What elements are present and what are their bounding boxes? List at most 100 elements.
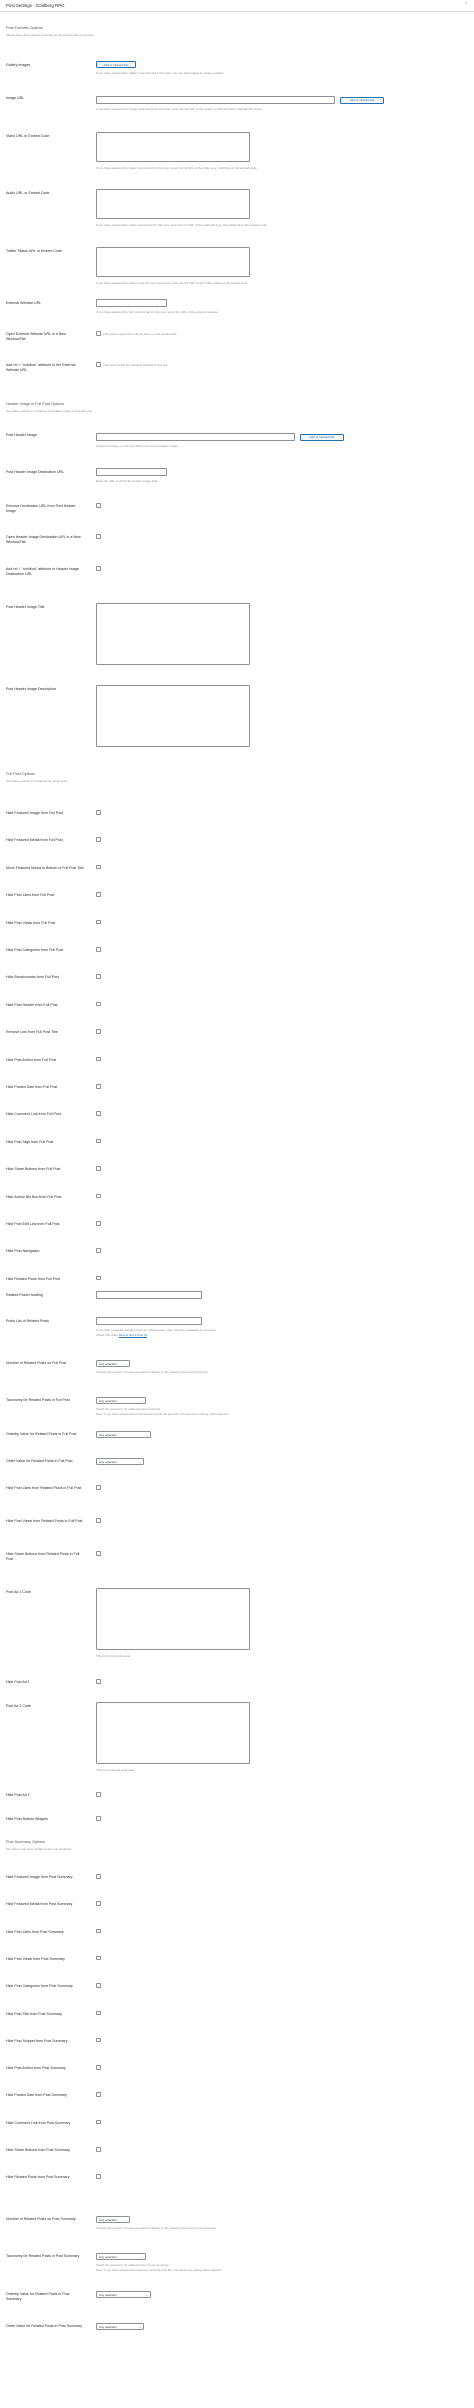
gallery-desc: If you have selected the 'gallery' post … (96, 71, 225, 75)
section-desc-full: Use these options to configure the singl… (6, 779, 68, 783)
related-number-desc: Choose the number of posts you want to d… (96, 1370, 209, 1374)
full-post-option-label: Hide Post Views from Full Post (6, 920, 56, 925)
label-related-orderby: Orderby Value for Related Posts in Full … (6, 1432, 77, 1436)
ad2-textarea[interactable] (96, 1702, 250, 1764)
full-post-option-label: Hide Post Author from Full Post (6, 1057, 57, 1062)
related-posts-input[interactable] (96, 1317, 202, 1325)
summary-option-checkbox[interactable] (96, 2092, 101, 2097)
summary-option-checkbox[interactable] (96, 2010, 101, 2015)
full-post-option-checkbox[interactable] (96, 1166, 101, 1171)
hide-ad2-checkbox[interactable] (96, 1792, 101, 1797)
summary-option-checkbox[interactable] (96, 1983, 101, 1988)
full-post-option-checkbox[interactable] (96, 1275, 101, 1281)
related-taxonomy-desc: Select the taxonomy for related posts in… (96, 1407, 161, 1411)
full-post-option-checkbox[interactable] (96, 837, 101, 842)
summary-option-checkbox[interactable] (96, 1874, 101, 1879)
hide-views-related-checkbox[interactable] (96, 1485, 101, 1490)
external-url-input[interactable] (96, 299, 167, 307)
remove-dest-checkbox[interactable] (96, 503, 101, 508)
summary-option-label: Hide Post Categories from Post Summary (6, 1984, 73, 1989)
nofollow-header-checkbox[interactable] (96, 566, 101, 571)
label-image-url: Image URL (6, 96, 25, 100)
hide-share-related-checkbox[interactable] (96, 1551, 101, 1556)
label-hide-dates-related: Hide Post Views from Related Posts in Fu… (6, 1519, 83, 1523)
ad1-textarea[interactable] (96, 1588, 250, 1650)
full-post-option-checkbox[interactable] (96, 810, 101, 815)
related-posts-desc: If you wish to display specific posts as… (96, 1328, 217, 1332)
full-post-option-checkbox[interactable] (96, 1001, 101, 1007)
chevron-up-icon[interactable]: ⌃ (464, 3, 468, 8)
full-post-option-label: Hide Share Buttons from Full Post (6, 1167, 61, 1172)
related-order-select[interactable]: Any selection ⌄ (96, 1458, 144, 1465)
full-post-option-checkbox[interactable] (96, 1084, 101, 1089)
header-desc-textarea[interactable] (96, 685, 250, 747)
hide-ad1-checkbox[interactable] (96, 1679, 101, 1684)
full-post-option-checkbox[interactable] (96, 1138, 101, 1144)
summary-option-checkbox[interactable] (96, 2037, 101, 2043)
sum-number-select[interactable]: Any selection ⌄ (96, 2216, 130, 2223)
header-dest-desc: Enter the URL to which the header image … (96, 479, 159, 483)
summary-option-checkbox[interactable] (96, 2065, 101, 2070)
section-desc-header: Use these options to configure the heade… (6, 409, 93, 413)
header-image-input[interactable] (96, 433, 295, 441)
post-id-help-link[interactable]: How to find a Post ID (119, 1333, 147, 1337)
summary-option-checkbox[interactable] (96, 1955, 101, 1961)
related-taxonomy-select[interactable]: Any selection ⌄ (96, 1397, 146, 1404)
full-post-option-checkbox[interactable] (96, 1248, 101, 1253)
full-post-option-label: Move Featured Media to Bottom of Full Po… (6, 865, 84, 870)
image-upload-button[interactable]: Add or Upload File (340, 96, 384, 104)
header-dest-input[interactable] (96, 468, 167, 476)
label-hide-ad2: Hide Post Ad 2 (6, 1793, 30, 1797)
full-post-option-checkbox[interactable] (96, 1193, 101, 1199)
related-heading-input[interactable] (96, 1291, 202, 1299)
header-upload-button[interactable]: Add or Upload File (300, 433, 344, 441)
summary-option-checkbox[interactable] (96, 2147, 101, 2152)
sum-order-select[interactable]: Any selection ⌄ (96, 2323, 144, 2330)
related-taxonomy-desc2: Note: If you have selected both the taxo… (96, 1412, 230, 1416)
section-title-summary: Post Summary Options (6, 1840, 46, 1844)
hide-dates-related-checkbox[interactable] (96, 1518, 101, 1523)
full-post-option-label: Remove Link from Full Post Title (6, 1030, 58, 1035)
summary-option-checkbox[interactable] (96, 2174, 101, 2179)
nofollow-external-checkbox[interactable] (96, 362, 101, 367)
sum-taxonomy-select[interactable]: Any selection ⌄ (96, 2253, 146, 2260)
hide-bottom-widgets-checkbox[interactable] (96, 1816, 101, 1821)
full-post-option-checkbox[interactable] (96, 947, 101, 952)
full-post-option-checkbox[interactable] (96, 1029, 101, 1034)
open-external-text: This option opens the external link in a… (103, 331, 178, 336)
full-post-option-checkbox[interactable] (96, 864, 101, 870)
image-url-input[interactable] (96, 96, 335, 104)
sum-taxonomy-desc: Select the taxonomy for related posts in… (96, 2263, 169, 2267)
summary-option-label: Hide Post Author from Post Summary (6, 2066, 66, 2071)
full-post-option-checkbox[interactable] (96, 1111, 101, 1116)
twitter-url-textarea[interactable] (96, 247, 250, 277)
label-gallery-images: Gallery Images (6, 63, 31, 67)
summary-option-label: Hide Featured Media from Post Summary (6, 1902, 73, 1907)
full-post-option-label: Hide Post Categories from Full Post (6, 948, 64, 952)
open-header-checkbox[interactable] (96, 534, 101, 539)
header-title-textarea[interactable] (96, 603, 250, 665)
label-hide-bottom-widgets: Hide Post Bottom Widgets (6, 1817, 48, 1821)
summary-option-checkbox[interactable] (96, 2119, 101, 2125)
section-title-formats: Post Formats Options (6, 26, 43, 30)
full-post-option-label: Hide Posted Date from Full Post (6, 1085, 58, 1089)
sum-number-desc: Choose the number of posts you want to d… (96, 2226, 217, 2230)
summary-option-checkbox[interactable] (96, 1901, 101, 1906)
full-post-option-checkbox[interactable] (96, 919, 101, 925)
related-orderby-select[interactable]: Any selection ⌄ (96, 1431, 151, 1438)
full-post-option-checkbox[interactable] (96, 1056, 101, 1062)
summary-option-label: Hide Related Posts from Post Summary (6, 2175, 70, 2180)
full-post-option-checkbox[interactable] (96, 892, 101, 897)
full-post-option-checkbox[interactable] (96, 1221, 101, 1226)
summary-option-checkbox[interactable] (96, 1928, 101, 1934)
audio-url-textarea[interactable] (96, 189, 250, 219)
video-url-textarea[interactable] (96, 132, 250, 162)
chevron-down-icon: ⌄ (138, 1459, 141, 1464)
open-external-checkbox[interactable] (96, 331, 101, 336)
related-number-select[interactable]: Any selection ⌄ (96, 1360, 130, 1367)
full-post-option-checkbox[interactable] (96, 974, 101, 979)
label-hide-views-related: Hide Post Likes from Related Posts in Fu… (6, 1486, 82, 1490)
label-header-image: Post Header Image (6, 433, 37, 437)
gallery-upload-button[interactable]: Add or Upload File (96, 61, 136, 68)
sum-orderby-select[interactable]: Any selection ⌄ (96, 2291, 151, 2298)
